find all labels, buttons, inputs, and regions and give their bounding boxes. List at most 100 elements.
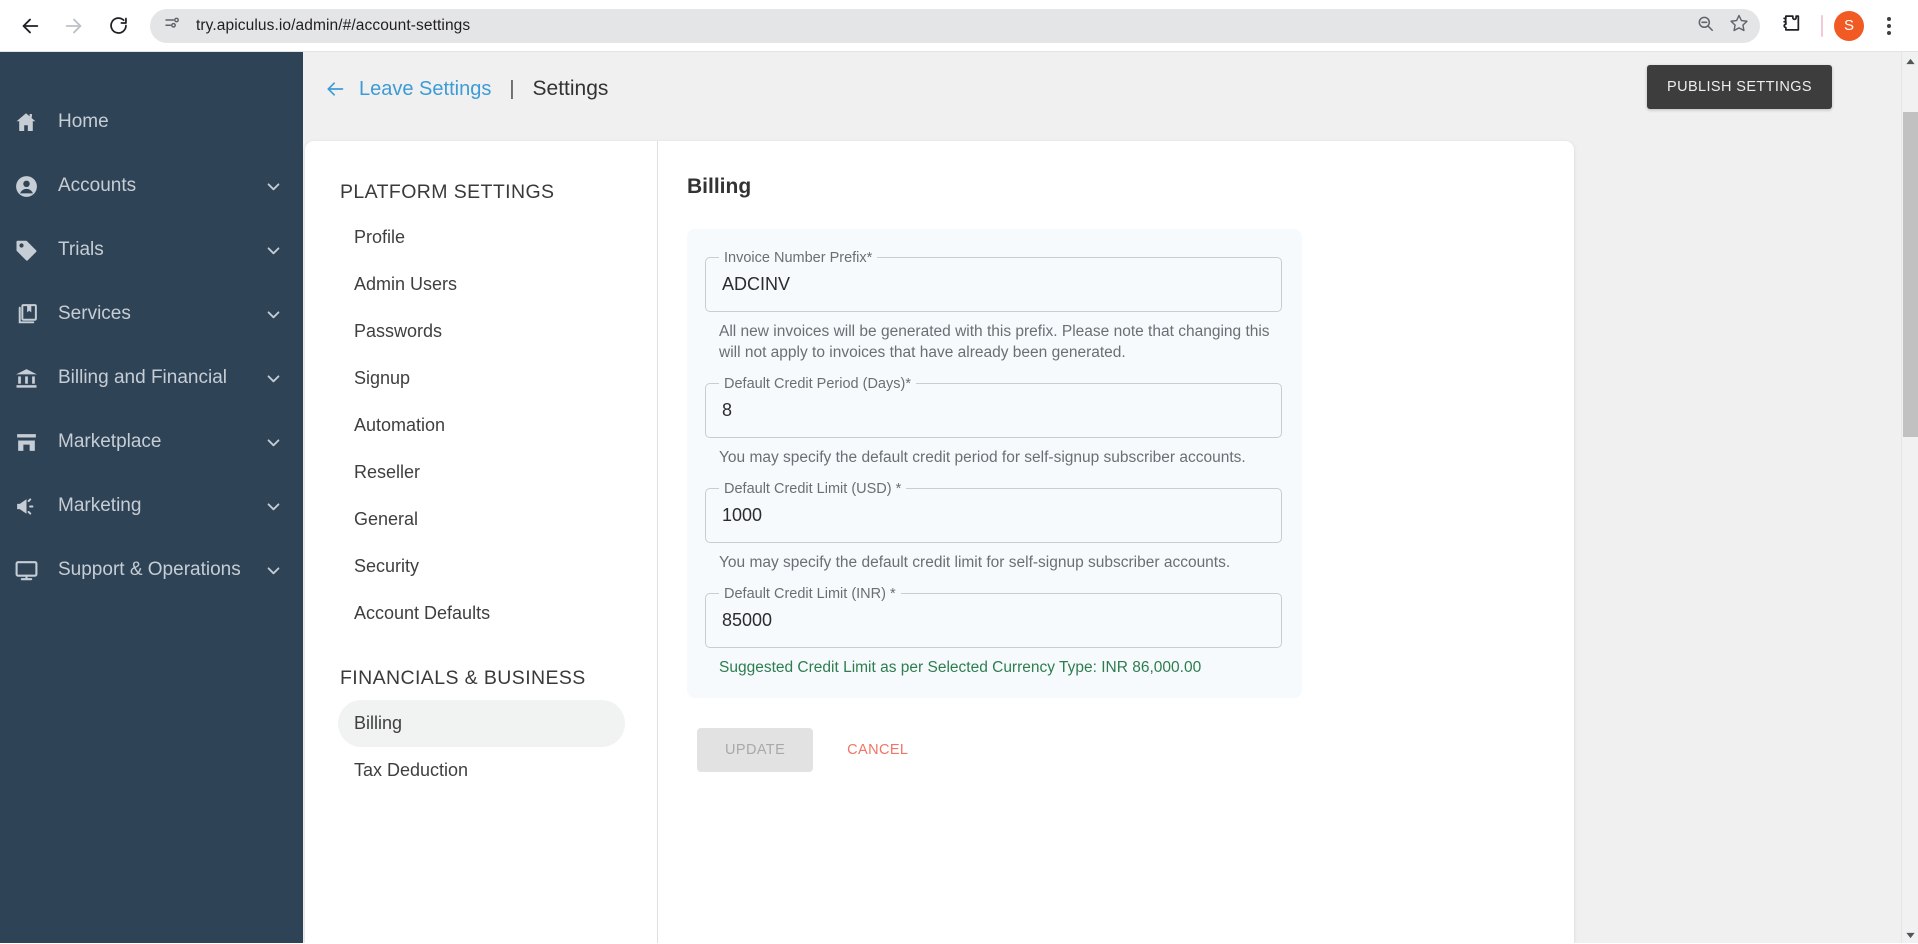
update-button[interactable]: UPDATE: [697, 728, 813, 772]
billing-settings-panel: Billing Invoice Number Prefix* ADCINV Al…: [658, 141, 1574, 943]
bookmark-star-icon: [1729, 13, 1749, 38]
settings-nav-item-signup[interactable]: Signup: [338, 355, 625, 402]
address-bar-text: try.apiculus.io/admin/#/account-settings: [196, 17, 470, 35]
settings-page-header: Leave Settings | Settings PUBLISH SETTIN…: [303, 52, 1893, 126]
scroll-up-button[interactable]: [1902, 52, 1918, 69]
extensions-button[interactable]: [1772, 7, 1810, 45]
back-arrow-icon: [323, 79, 347, 99]
default-credit-period-value: 8: [722, 400, 732, 421]
invoice-number-prefix-value: ADCINV: [722, 274, 790, 295]
chevron-down-icon: [263, 304, 283, 324]
sidebar-item-marketing[interactable]: Marketing: [0, 474, 303, 538]
toolbar-divider: [1821, 15, 1823, 37]
publish-settings-button[interactable]: PUBLISH SETTINGS: [1647, 65, 1832, 109]
chevron-up-icon: [1906, 52, 1915, 70]
forward-arrow-icon: [63, 15, 85, 37]
invoice-number-prefix-help: All new invoices will be generated with …: [719, 321, 1280, 363]
default-credit-period-label: Default Credit Period (Days)*: [719, 375, 916, 393]
home-icon: [14, 107, 48, 137]
bookmark-button[interactable]: [1724, 11, 1754, 41]
bank-icon: [14, 363, 48, 393]
sidebar-item-label: Home: [58, 111, 283, 133]
page-viewport: Home Accounts Trials: [0, 52, 1918, 943]
invoice-number-prefix-field: Invoice Number Prefix* ADCINV: [705, 257, 1282, 312]
chevron-down-icon: [263, 240, 283, 260]
main-content: Leave Settings | Settings PUBLISH SETTIN…: [303, 52, 1893, 943]
chevron-down-icon: [1906, 926, 1915, 944]
settings-nav-item-security[interactable]: Security: [338, 543, 625, 590]
site-info-icon: [163, 14, 181, 37]
chevron-down-icon: [263, 176, 283, 196]
default-credit-limit-usd-input[interactable]: Default Credit Limit (USD) * 1000: [705, 488, 1282, 543]
profile-avatar[interactable]: S: [1834, 11, 1864, 41]
header-separator: |: [509, 78, 514, 101]
sidebar-item-marketplace[interactable]: Marketplace: [0, 410, 303, 474]
sidebar-item-home[interactable]: Home: [0, 90, 303, 154]
zoom-out-button[interactable]: [1690, 11, 1720, 41]
extensions-puzzle-icon: [1780, 12, 1802, 39]
monitor-icon: [14, 555, 48, 585]
page-title: Settings: [533, 77, 609, 101]
settings-nav-item-automation[interactable]: Automation: [338, 402, 625, 449]
nav-group-title-financials: FINANCIALS & BUSINESS: [305, 637, 657, 700]
sidebar-item-accounts[interactable]: Accounts: [0, 154, 303, 218]
sidebar-item-trials[interactable]: Trials: [0, 218, 303, 282]
chevron-down-icon: [263, 368, 283, 388]
default-credit-limit-inr-value: 85000: [722, 610, 772, 631]
leave-settings-link[interactable]: Leave Settings: [323, 78, 491, 101]
default-credit-period-input[interactable]: Default Credit Period (Days)* 8: [705, 383, 1282, 438]
reload-button[interactable]: [96, 4, 140, 48]
zoom-out-icon: [1696, 14, 1715, 38]
account-circle-icon: [14, 171, 48, 201]
panel-title: Billing: [687, 175, 1542, 199]
three-dot-menu-icon: [1887, 17, 1891, 21]
scroll-down-button[interactable]: [1902, 926, 1918, 943]
sidebar-item-services[interactable]: Services: [0, 282, 303, 346]
address-bar[interactable]: try.apiculus.io/admin/#/account-settings: [150, 9, 1760, 43]
settings-nav-item-profile[interactable]: Profile: [338, 214, 625, 261]
app-sidebar: Home Accounts Trials: [0, 52, 303, 943]
settings-nav: PLATFORM SETTINGS Profile Admin Users Pa…: [305, 141, 658, 943]
default-credit-limit-inr-input[interactable]: Default Credit Limit (INR) * 85000: [705, 593, 1282, 648]
nav-group-title-platform: PLATFORM SETTINGS: [305, 171, 657, 214]
settings-nav-item-billing[interactable]: Billing: [338, 700, 625, 747]
settings-nav-item-passwords[interactable]: Passwords: [338, 308, 625, 355]
settings-nav-item-account-defaults[interactable]: Account Defaults: [338, 590, 625, 637]
omnibox-actions: [1690, 9, 1754, 43]
invoice-number-prefix-input[interactable]: Invoice Number Prefix* ADCINV: [705, 257, 1282, 312]
site-info-button[interactable]: [158, 12, 186, 40]
default-credit-period-help: You may specify the default credit perio…: [719, 447, 1280, 468]
default-credit-period-field: Default Credit Period (Days)* 8: [705, 383, 1282, 438]
sidebar-item-label: Marketplace: [58, 431, 263, 453]
reload-icon: [108, 15, 129, 36]
megaphone-icon: [14, 491, 48, 521]
cancel-button[interactable]: CANCEL: [835, 728, 920, 772]
leave-settings-label: Leave Settings: [359, 78, 491, 101]
default-credit-limit-usd-label: Default Credit Limit (USD) *: [719, 480, 906, 498]
default-credit-limit-inr-field: Default Credit Limit (INR) * 85000: [705, 593, 1282, 648]
default-credit-limit-usd-help: You may specify the default credit limit…: [719, 552, 1280, 573]
back-arrow-icon: [19, 15, 41, 37]
storefront-icon: [14, 427, 48, 457]
settings-nav-item-admin-users[interactable]: Admin Users: [338, 261, 625, 308]
settings-nav-item-tax-deduction[interactable]: Tax Deduction: [338, 747, 625, 794]
page-scrollbar[interactable]: [1901, 52, 1918, 943]
chevron-down-icon: [263, 496, 283, 516]
settings-nav-item-general[interactable]: General: [338, 496, 625, 543]
back-button[interactable]: [8, 4, 52, 48]
scrollbar-thumb[interactable]: [1903, 112, 1918, 437]
settings-card: PLATFORM SETTINGS Profile Admin Users Pa…: [305, 141, 1574, 943]
sidebar-item-label: Marketing: [58, 495, 263, 517]
default-credit-limit-usd-field: Default Credit Limit (USD) * 1000: [705, 488, 1282, 543]
sidebar-item-billing-and-financial[interactable]: Billing and Financial: [0, 346, 303, 410]
sidebar-item-label: Services: [58, 303, 263, 325]
billing-form: Invoice Number Prefix* ADCINV All new in…: [687, 229, 1302, 698]
forward-button[interactable]: [52, 4, 96, 48]
toolbar-right-group: S: [1772, 7, 1918, 45]
default-credit-limit-usd-value: 1000: [722, 505, 762, 526]
form-actions: UPDATE CANCEL: [697, 728, 1542, 772]
chrome-menu-button[interactable]: [1870, 7, 1908, 45]
sidebar-item-support-and-operations[interactable]: Support & Operations: [0, 538, 303, 602]
tag-icon: [14, 235, 48, 265]
settings-nav-item-reseller[interactable]: Reseller: [338, 449, 625, 496]
